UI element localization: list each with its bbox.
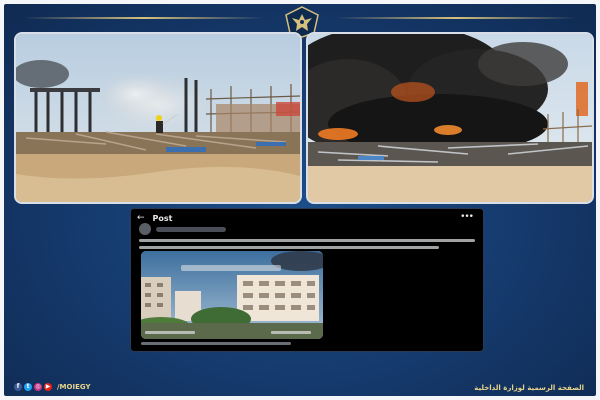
embedded-social-post: ← Post •••: [130, 208, 484, 352]
photo-construction-fire-left: [14, 32, 302, 204]
post-video-thumbnail[interactable]: [141, 251, 323, 339]
post-card: ← Post ••• f t ◎ ▶ /MOIEGY الصفحة الرسمي…: [4, 4, 596, 396]
photo-construction-fire-right: [306, 32, 594, 204]
more-icon[interactable]: •••: [460, 212, 474, 222]
avatar[interactable]: [139, 223, 151, 235]
decorative-rule-left: [24, 17, 264, 19]
footer-social: f t ◎ ▶ /MOIEGY: [14, 383, 91, 391]
official-page-label: الصفحة الرسمية لوزارة الداخلية: [474, 384, 584, 392]
author-name-blurred: [156, 226, 226, 232]
post-meta-blurred: [141, 342, 291, 345]
facebook-icon[interactable]: f: [14, 383, 22, 391]
youtube-icon[interactable]: ▶: [44, 383, 52, 391]
back-arrow-icon[interactable]: ←: [137, 213, 145, 223]
post-header-title: Post: [152, 213, 173, 223]
twitter-icon[interactable]: t: [24, 383, 32, 391]
social-handle: /MOIEGY: [57, 383, 91, 391]
post-author: [139, 223, 226, 235]
decorative-rule-right: [336, 17, 576, 19]
instagram-icon[interactable]: ◎: [34, 383, 42, 391]
